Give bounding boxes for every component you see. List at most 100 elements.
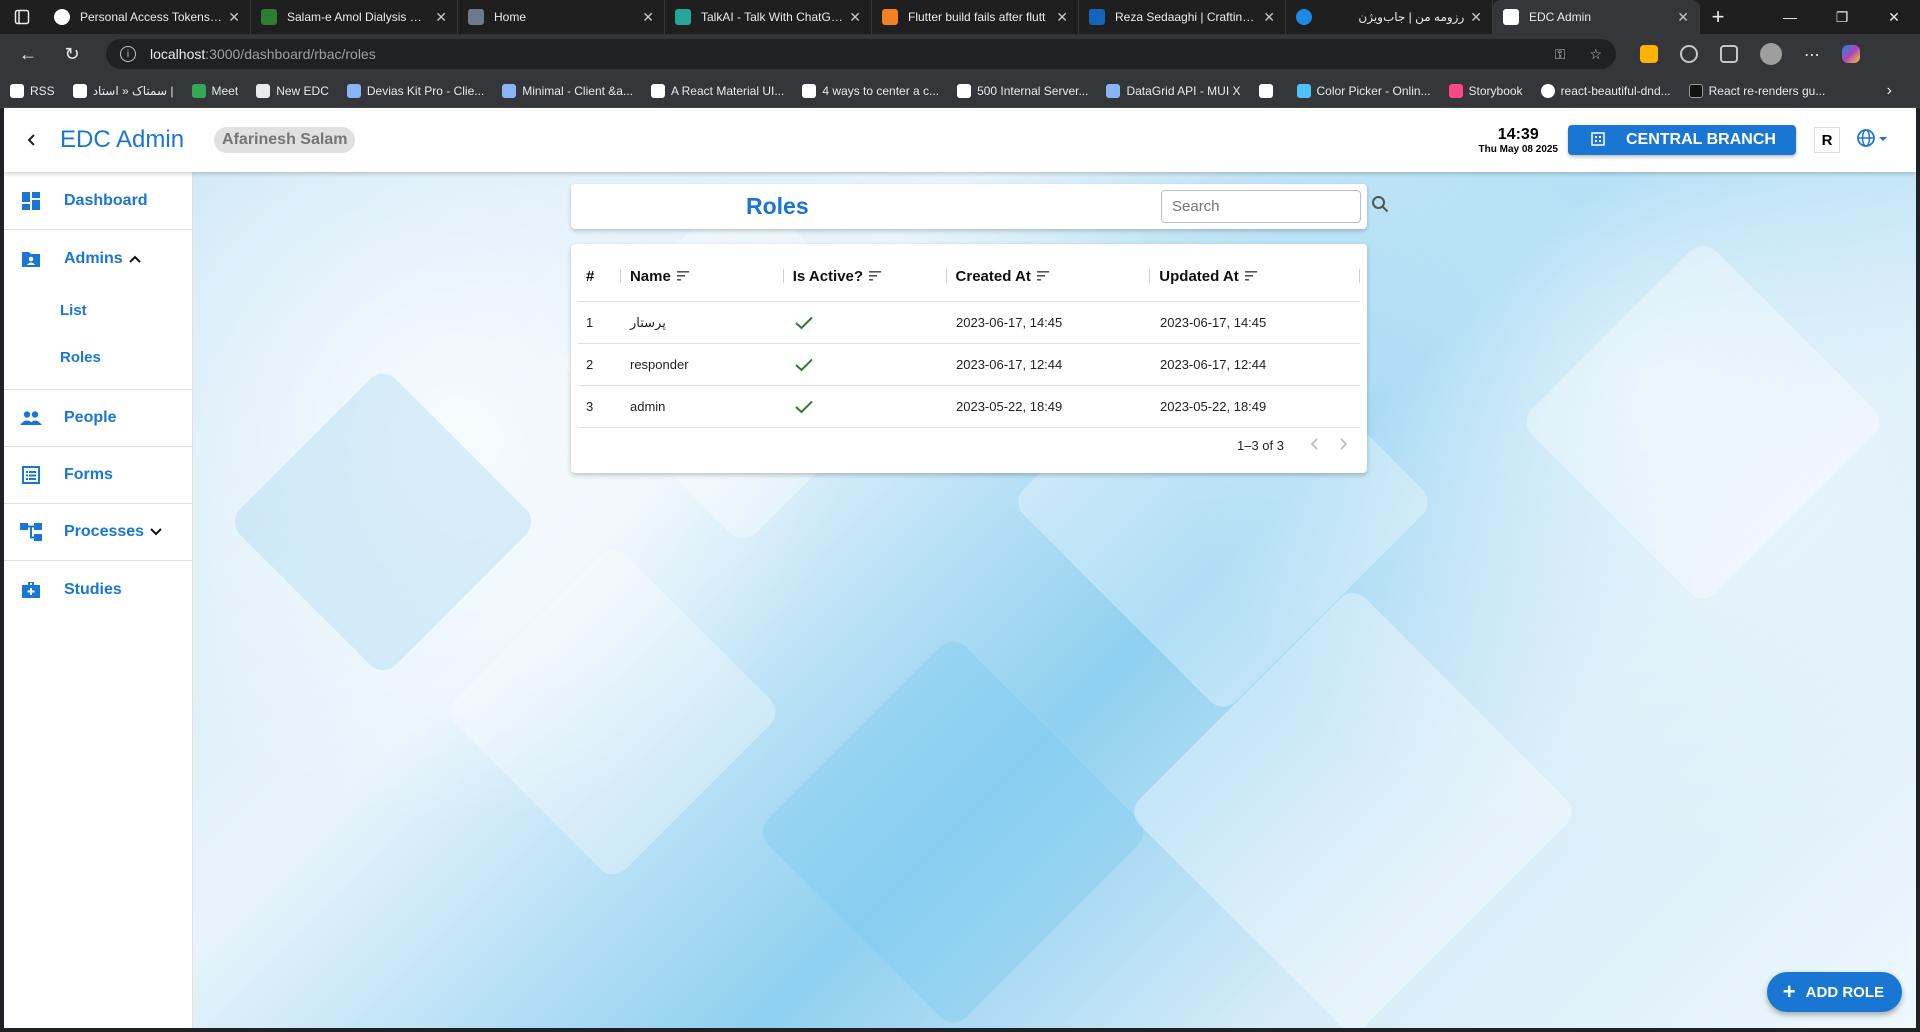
browser-tab[interactable]: Flutter build fails after flutt ✕	[872, 0, 1079, 34]
search-icon[interactable]	[1371, 195, 1389, 218]
favorites-icon[interactable]	[1720, 45, 1738, 63]
bookmark[interactable]: Storybook	[1448, 83, 1523, 98]
minimize-icon[interactable]: —	[1764, 0, 1816, 34]
close-window-icon[interactable]: ✕	[1868, 0, 1920, 34]
active-check-icon	[783, 358, 946, 372]
bookmark[interactable]: Meet	[191, 83, 238, 98]
restore-icon[interactable]: ❐	[1816, 0, 1868, 34]
chevron-up-icon	[128, 254, 141, 264]
back-chevron-icon[interactable]	[4, 133, 60, 147]
back-arrow-icon[interactable]: ←	[6, 34, 50, 74]
sort-icon[interactable]	[676, 271, 689, 281]
column-header-number[interactable]: #	[578, 268, 620, 285]
sidebar-item-people[interactable]: People	[4, 390, 192, 447]
sort-icon[interactable]	[1244, 271, 1257, 281]
copilot-icon[interactable]	[1842, 45, 1860, 63]
dashboard-icon	[20, 190, 42, 212]
bookmark[interactable]: 4 ways to center a c...	[802, 83, 939, 98]
bookmark[interactable]: Color Picker - Onlin...	[1296, 83, 1431, 98]
bookmark[interactable]: react-beautiful-dnd...	[1540, 83, 1671, 98]
sidebar-subitem-list[interactable]: List	[4, 287, 192, 334]
reload-icon[interactable]: ↻	[50, 34, 94, 74]
more-menu-icon[interactable]: ⋯	[1804, 45, 1820, 64]
medium-icon	[650, 83, 665, 98]
bookmarks-bar: RSS سمتاک « استاد | Meet New EDC Devias …	[0, 74, 1920, 108]
add-role-label: ADD ROLE	[1805, 983, 1884, 1001]
search-field[interactable]	[1161, 190, 1389, 223]
bookmark-label: Minimal - Client &a...	[522, 83, 633, 98]
sidebar-item-admins[interactable]: Admins	[4, 230, 192, 287]
table-row[interactable]: 2 responder 2023-06-17, 12:44 2023-06-17…	[578, 344, 1360, 386]
close-tab-icon[interactable]: ✕	[1056, 9, 1068, 26]
bookmark[interactable]: سمتاک « استاد |	[72, 83, 174, 98]
bookmark[interactable]: RSS	[10, 83, 55, 98]
table-row[interactable]: 1 پرستار 2023-06-17, 14:45 2023-06-17, 1…	[578, 302, 1360, 344]
bookmark[interactable]: 500 Internal Server...	[957, 83, 1088, 98]
sort-icon[interactable]	[869, 271, 882, 281]
medical-kit-icon	[20, 579, 42, 601]
close-tab-icon[interactable]: ✕	[1470, 9, 1482, 26]
close-tab-icon[interactable]: ✕	[849, 9, 861, 26]
close-tab-icon[interactable]: ✕	[228, 9, 240, 26]
bookmark-label: A React Material UI...	[670, 83, 785, 98]
column-header-created-at[interactable]: Created At	[945, 268, 1150, 285]
browser-tab[interactable]: Home ✕	[458, 0, 665, 34]
branch-button[interactable]: CENTRAL BRANCH	[1568, 125, 1796, 155]
close-tab-icon[interactable]: ✕	[642, 9, 654, 26]
bookmark-label: Devias Kit Pro - Clie...	[366, 83, 485, 98]
profile-avatar-icon[interactable]	[1760, 43, 1782, 65]
bookmark[interactable]	[1258, 83, 1279, 98]
sidebar-item-processes[interactable]: Processes	[4, 504, 192, 561]
bookmark[interactable]: DataGrid API - MUI X	[1106, 83, 1241, 98]
site-info-icon[interactable]: i	[120, 46, 136, 62]
browser-tab-active[interactable]: EDC Admin ✕	[1493, 0, 1700, 34]
bookmark[interactable]: React re-renders gu...	[1688, 83, 1825, 98]
browser-tab[interactable]: Reza Sedaaghi | Crafting Sc ✕	[1079, 0, 1286, 34]
active-check-icon	[783, 316, 946, 330]
url-input[interactable]: i localhost:3000/dashboard/rbac/roles ⚿ …	[106, 39, 1616, 69]
sidebar-item-label: Studies	[64, 580, 122, 598]
browser-tab[interactable]: Salam-e Amol Dialysis Clinic ✕	[251, 0, 458, 34]
column-header-updated-at[interactable]: Updated At	[1149, 268, 1359, 285]
previous-page-icon[interactable]	[1310, 437, 1320, 453]
new-tab-icon[interactable]: +	[1700, 4, 1736, 30]
browser-tab[interactable]: TalkAI - Talk With ChatGPT ✕	[665, 0, 872, 34]
column-header-label: Is Active?	[792, 267, 864, 285]
clock-date: Thu May 08 2025	[1478, 143, 1558, 155]
plus-icon: +	[1782, 979, 1796, 1004]
column-header-name[interactable]: Name	[619, 267, 783, 285]
browser-tab[interactable]: رزومه من | جاب‌ویژن ✕	[1286, 0, 1493, 34]
password-key-icon[interactable]: ⚿	[1555, 46, 1566, 63]
extensions-puzzle-icon[interactable]	[1680, 45, 1698, 63]
sidebar-item-dashboard[interactable]: Dashboard	[4, 172, 192, 230]
bookmark[interactable]: Devias Kit Pro - Clie...	[346, 83, 485, 98]
language-selector[interactable]	[1856, 128, 1888, 153]
column-header-is-active[interactable]: Is Active?	[782, 267, 946, 285]
browser-tab[interactable]: Personal Access Tokens (Cla ✕	[44, 0, 251, 34]
more-bookmarks-icon[interactable]: ›	[1887, 82, 1892, 100]
sidebar-subitem-roles[interactable]: Roles	[4, 334, 192, 381]
table-row[interactable]: 3 admin 2023-05-22, 18:49 2023-05-22, 18…	[578, 386, 1360, 428]
close-tab-icon[interactable]: ✕	[1677, 9, 1689, 26]
bookmark-favicon-icon	[346, 83, 361, 98]
avatar[interactable]: R	[1814, 127, 1840, 153]
cell-updated-at: 2023-05-22, 18:49	[1160, 399, 1267, 414]
sort-icon[interactable]	[1036, 271, 1049, 281]
tab-actions-menu-icon[interactable]	[0, 0, 44, 34]
sidebar-item-studies[interactable]: Studies	[4, 561, 192, 618]
bookmark-star-icon[interactable]: ☆	[1589, 46, 1602, 63]
next-page-icon[interactable]	[1338, 437, 1348, 453]
column-header-label: Name	[629, 267, 671, 285]
bookmark[interactable]: A React Material UI...	[650, 83, 785, 98]
sidebar-item-forms[interactable]: Forms	[4, 447, 192, 504]
storybook-icon	[1448, 83, 1463, 98]
bookmark[interactable]: Minimal - Client &a...	[502, 83, 633, 98]
add-role-button[interactable]: + ADD ROLE	[1766, 972, 1902, 1012]
search-input[interactable]	[1172, 198, 1371, 215]
bookmark[interactable]: New EDC	[256, 83, 329, 98]
download-extension-icon[interactable]	[1640, 45, 1658, 63]
close-tab-icon[interactable]: ✕	[435, 9, 447, 26]
close-tab-icon[interactable]: ✕	[1263, 9, 1275, 26]
cell-name: admin	[630, 399, 666, 414]
meet-icon	[191, 83, 206, 98]
